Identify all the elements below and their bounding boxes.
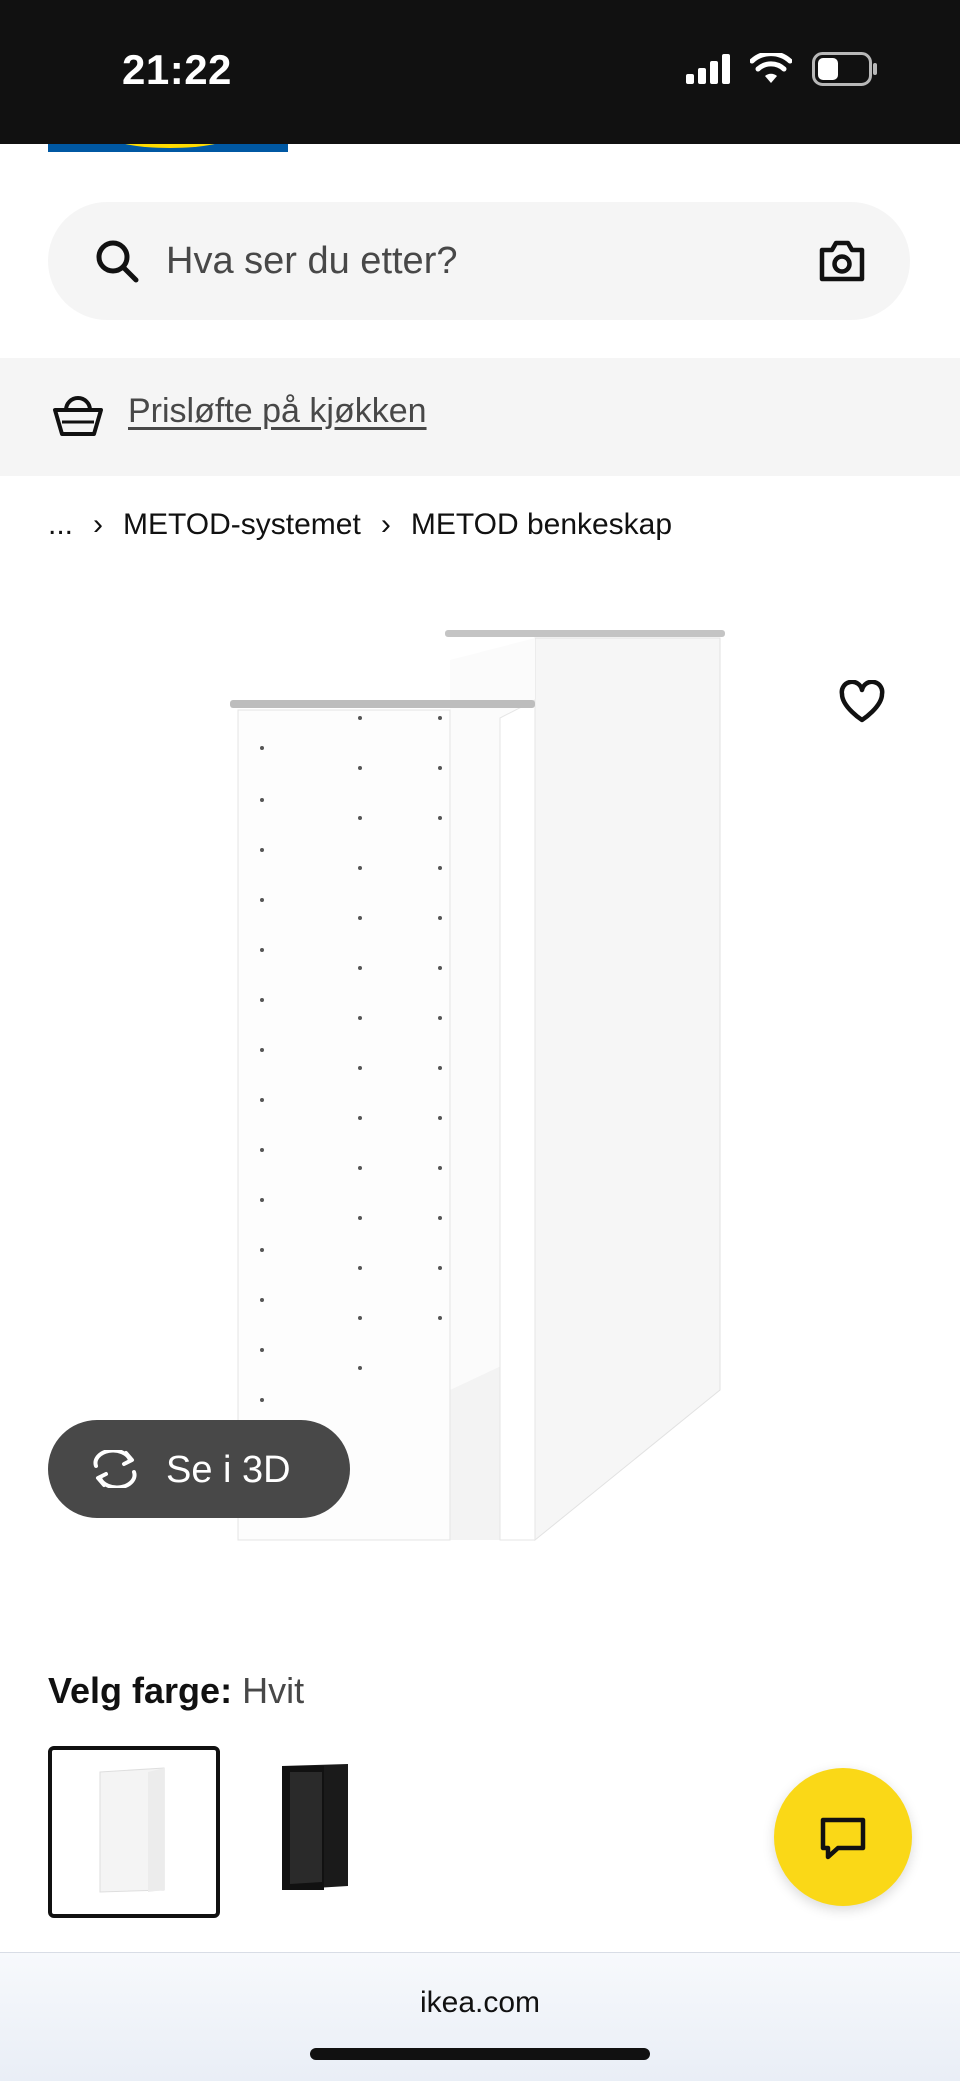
- wifi-icon: [750, 53, 792, 83]
- breadcrumb-separator: ›: [93, 508, 104, 541]
- chat-icon: [820, 1817, 866, 1860]
- heart-icon[interactable]: [838, 680, 886, 724]
- search-icon: [96, 240, 139, 283]
- breadcrumb-separator: ›: [380, 508, 391, 541]
- view-in-3d-button[interactable]: Se i 3D: [48, 1420, 350, 1518]
- color-select-title: Velg farge:: [48, 1670, 233, 1711]
- breadcrumb-item-metod-benkeskap[interactable]: METOD benkeskap: [411, 508, 672, 542]
- chat-button[interactable]: [774, 1768, 912, 1906]
- battery-icon: [812, 52, 877, 86]
- color-swatch-white[interactable]: [48, 1746, 220, 1918]
- color-swatch-black[interactable]: [226, 1746, 398, 1918]
- rotate-3d-icon: [93, 1450, 137, 1488]
- breadcrumb: ... › METOD-systemet › METOD benkeskap: [48, 508, 672, 542]
- breadcrumb-ellipsis[interactable]: ...: [48, 508, 73, 542]
- browser-url[interactable]: ikea.com: [0, 1986, 960, 2020]
- search-bar[interactable]: Hva ser du etter?: [48, 202, 910, 320]
- promo-banner[interactable]: Prisløfte på kjøkken: [0, 358, 960, 476]
- cellular-signal-icon: [686, 54, 730, 84]
- view-in-3d-label: Se i 3D: [166, 1449, 291, 1491]
- camera-icon[interactable]: [818, 238, 866, 284]
- status-bar: 21:22: [0, 0, 960, 144]
- home-indicator[interactable]: [310, 2048, 650, 2060]
- search-input[interactable]: Hva ser du etter?: [166, 240, 457, 283]
- color-select-label: Velg farge: Hvit: [48, 1670, 304, 1712]
- status-icons: [686, 52, 878, 86]
- ikea-logo[interactable]: [48, 144, 288, 152]
- black-cabinet-thumbnail: [282, 1764, 348, 1890]
- basket-icon: [53, 396, 103, 436]
- status-time: 21:22: [122, 46, 232, 93]
- promo-link[interactable]: Prisløfte på kjøkken: [128, 392, 427, 431]
- breadcrumb-item-metod-systemet[interactable]: METOD-systemet: [123, 508, 361, 542]
- color-select-value: Hvit: [242, 1670, 305, 1711]
- white-cabinet-thumbnail: [99, 1767, 165, 1893]
